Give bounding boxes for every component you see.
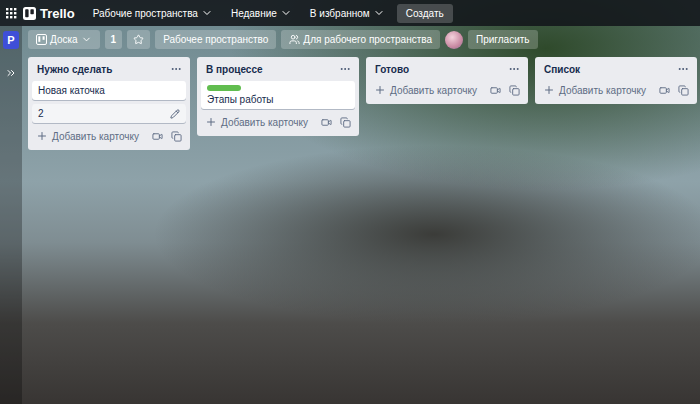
plus-icon	[543, 84, 555, 96]
list-menu-icon[interactable]	[339, 63, 351, 75]
video-icon[interactable]	[490, 85, 501, 96]
plus-icon	[374, 84, 386, 96]
card[interactable]: Этапы работы	[201, 81, 355, 109]
list-menu-icon[interactable]	[170, 63, 182, 75]
top-nav: Trello Рабочие пространства Недавние В избр…	[0, 0, 700, 26]
list-menu-icon[interactable]	[508, 63, 520, 75]
video-icon[interactable]	[321, 117, 332, 128]
board-count[interactable]: 1	[105, 30, 123, 49]
plus-icon	[36, 130, 48, 142]
add-card[interactable]: Добавить карточку	[32, 127, 186, 145]
chevron-down-icon	[373, 7, 385, 19]
list-header[interactable]: Готово	[370, 60, 524, 77]
chevron-down-icon	[81, 34, 92, 45]
create-button[interactable]: Создать	[397, 4, 453, 23]
list-header[interactable]: Нужно сделать	[32, 60, 186, 77]
board-view-icon	[36, 34, 47, 45]
card[interactable]: Новая каточка	[32, 81, 186, 100]
view-switcher[interactable]: Доска	[28, 30, 100, 49]
user-avatar[interactable]	[445, 31, 463, 49]
list: Готово Добавить карточку	[366, 57, 528, 104]
list-header[interactable]: В процессе	[201, 60, 355, 77]
list-header[interactable]: Список	[539, 60, 693, 77]
video-icon[interactable]	[152, 131, 163, 142]
card-label[interactable]	[207, 85, 241, 91]
list: В процессе Этапы работы Добавить карточку	[197, 57, 359, 136]
chevron-down-icon	[280, 7, 292, 19]
star-icon	[133, 34, 144, 45]
template-icon[interactable]	[678, 85, 689, 96]
visibility-button[interactable]: Рабочее пространство	[155, 30, 276, 49]
add-card[interactable]: Добавить карточку	[201, 113, 355, 131]
trello-logo-icon	[23, 7, 36, 20]
share-scope-button[interactable]: Для рабочего пространства	[281, 30, 440, 49]
trello-logo[interactable]: Trello	[23, 6, 75, 21]
app-switcher-icon[interactable]	[6, 8, 17, 19]
star-button[interactable]	[127, 30, 150, 49]
card[interactable]: 2	[32, 104, 186, 123]
chevron-down-icon	[201, 7, 213, 19]
nav-menu[interactable]: Рабочие пространства	[87, 4, 219, 22]
sidebar: P	[0, 26, 22, 404]
nav-menu[interactable]: Недавние	[225, 4, 298, 22]
template-icon[interactable]	[509, 85, 520, 96]
expand-sidebar-icon[interactable]	[5, 67, 17, 79]
workspace-avatar[interactable]: P	[3, 31, 19, 49]
list: Нужно сделать Новая каточка 2 Добавить карт…	[28, 57, 190, 150]
lists: Нужно сделать Новая каточка 2 Добавить карт…	[22, 50, 700, 150]
edit-pencil-icon[interactable]	[170, 109, 180, 119]
template-icon[interactable]	[340, 117, 351, 128]
list-menu-icon[interactable]	[677, 63, 689, 75]
board-bar: Доска 1 Рабочее пространство Для рабочего п…	[22, 26, 700, 50]
video-icon[interactable]	[659, 85, 670, 96]
nav-menu[interactable]: В избранном	[304, 4, 391, 22]
template-icon[interactable]	[171, 131, 182, 142]
list: Список Добавить карточку	[535, 57, 697, 104]
users-icon	[289, 34, 300, 45]
plus-icon	[205, 116, 217, 128]
invite-button[interactable]: Пригласить	[468, 30, 538, 49]
add-card[interactable]: Добавить карточку	[370, 81, 524, 99]
add-card[interactable]: Добавить карточку	[539, 81, 693, 99]
trello-board: Trello Рабочие пространства Недавние В избр…	[0, 0, 700, 404]
